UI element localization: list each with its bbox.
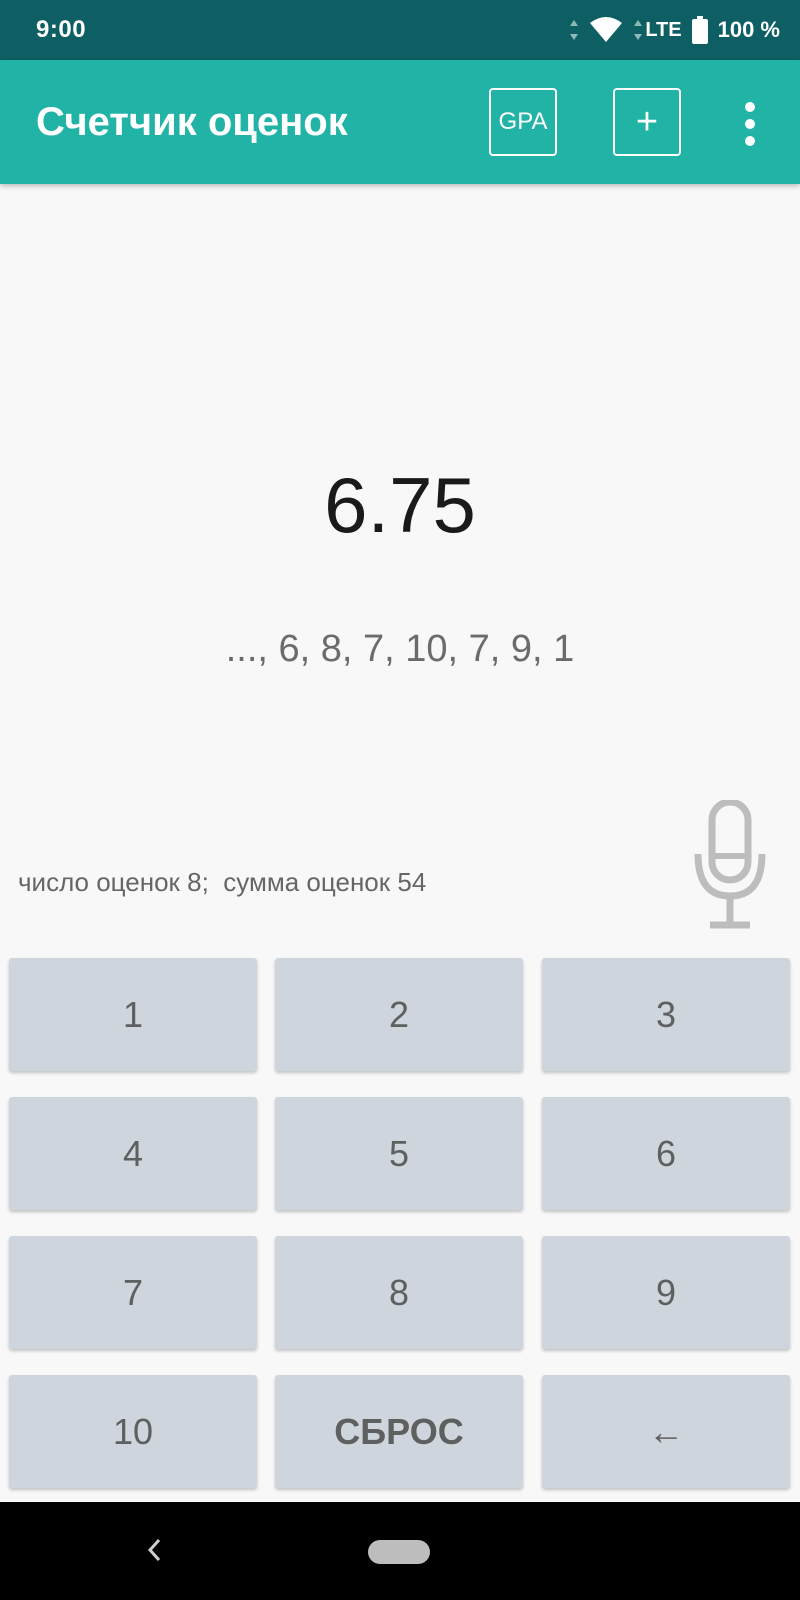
key-6[interactable]: 6 <box>542 1097 790 1210</box>
status-bar: 9:00 LTE 100 % <box>0 0 800 60</box>
more-vert-icon-dot <box>745 119 755 129</box>
key-5[interactable]: 5 <box>275 1097 523 1210</box>
lte-label: LTE <box>645 18 682 41</box>
grade-stats: число оценок 8; сумма оценок 54 <box>18 867 427 897</box>
key-9[interactable]: 9 <box>542 1236 790 1349</box>
back-icon[interactable] <box>140 1532 168 1568</box>
status-time: 9:00 <box>36 16 87 43</box>
key-3[interactable]: 3 <box>542 958 790 1071</box>
wifi-icon <box>590 17 623 42</box>
key-10[interactable]: 10 <box>9 1375 257 1488</box>
add-button-label: + <box>635 100 659 143</box>
grades-list: ..., 6, 8, 7, 10, 7, 9, 1 <box>225 628 575 670</box>
gpa-button[interactable]: GPA <box>489 88 557 156</box>
key-2[interactable]: 2 <box>275 958 523 1071</box>
key-7[interactable]: 7 <box>9 1236 257 1349</box>
battery-percent: 100 % <box>717 17 780 42</box>
more-options-button[interactable] <box>735 98 765 150</box>
key-8[interactable]: 8 <box>275 1236 523 1349</box>
average-value: 6.75 <box>324 461 476 549</box>
key-4[interactable]: 4 <box>9 1097 257 1210</box>
nav-bar <box>0 1502 800 1600</box>
more-vert-icon <box>745 102 755 112</box>
key-1[interactable]: 1 <box>9 958 257 1071</box>
add-button[interactable]: + <box>613 88 681 156</box>
signal-arrows-icon <box>570 20 579 40</box>
microphone-icon <box>694 798 766 929</box>
battery-icon <box>691 16 708 44</box>
more-vert-icon-dot <box>745 136 755 146</box>
gpa-button-label: GPA <box>498 108 548 135</box>
home-pill-icon[interactable] <box>368 1540 430 1564</box>
reset-button[interactable]: СБРОС <box>275 1375 523 1488</box>
lte-arrows-icon <box>634 20 643 40</box>
status-icons: LTE 100 % <box>569 16 780 44</box>
app-title: Счетчик оценок <box>36 100 348 144</box>
backspace-button[interactable]: ← <box>542 1375 790 1488</box>
microphone-button[interactable] <box>690 798 770 930</box>
app-bar: Счетчик оценок GPA + <box>0 60 800 184</box>
